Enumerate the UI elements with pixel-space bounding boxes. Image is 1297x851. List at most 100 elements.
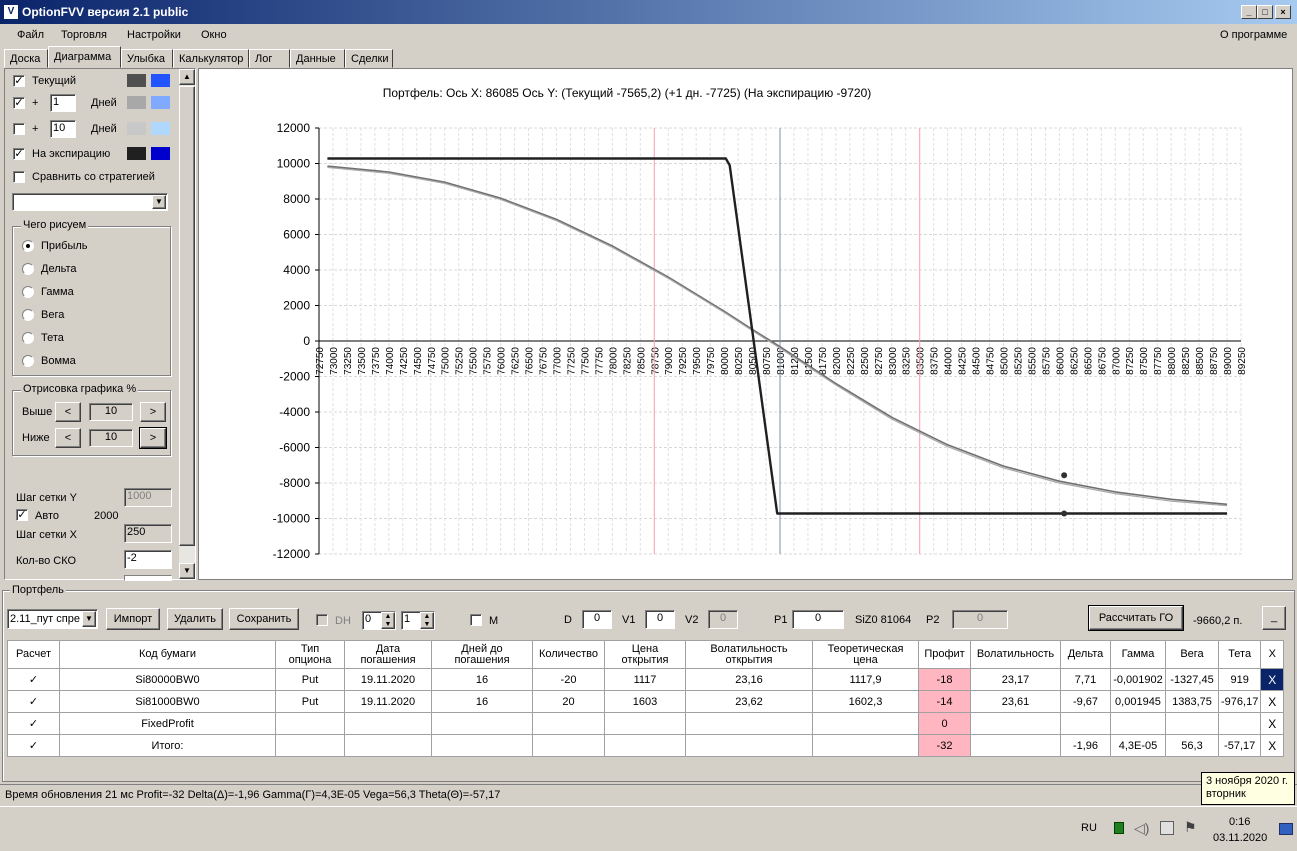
v1-input[interactable]: 0	[645, 610, 675, 629]
network-icon[interactable]	[1114, 822, 1124, 834]
spin2-arrows-icon[interactable]: ▲ ▼	[420, 612, 434, 629]
flag-icon[interactable]: ⚑	[1184, 819, 1197, 836]
below-decrease-button[interactable]: <	[55, 428, 81, 448]
tab-diagram[interactable]: Диаграмма	[48, 46, 121, 68]
p2-input[interactable]: 0	[952, 610, 1008, 629]
current-color-gray[interactable]	[127, 74, 146, 87]
delete-row-icon[interactable]: X	[1260, 734, 1285, 757]
maximize-button[interactable]: □	[1257, 5, 1273, 19]
calc-checkbox[interactable]: ✓	[7, 668, 60, 691]
col-header-4[interactable]: Дней до погашения	[431, 640, 533, 669]
plus1-checkbox[interactable]: ✓	[13, 97, 25, 109]
chevron-down-icon[interactable]: ▼	[152, 195, 166, 209]
import-button[interactable]: Импорт	[106, 608, 160, 630]
calc-checkbox[interactable]: ✓	[7, 712, 60, 735]
tab-log[interactable]: Лог	[249, 49, 290, 68]
menu-about[interactable]: О программе	[1220, 29, 1287, 41]
calc-checkbox[interactable]: ✓	[7, 690, 60, 713]
col-header-15[interactable]: X	[1260, 640, 1285, 669]
tab-deals[interactable]: Сделки	[345, 49, 393, 68]
chevron-down-icon[interactable]: ▼	[82, 611, 96, 627]
radio-gamma[interactable]	[22, 286, 34, 298]
col-header-8[interactable]: Теоретическая цена	[812, 640, 919, 669]
delete-row-icon[interactable]: X	[1260, 690, 1285, 713]
col-header-2[interactable]: Тип опциона	[275, 640, 345, 669]
compare-checkbox[interactable]	[13, 171, 25, 183]
col-header-3[interactable]: Дата погашения	[344, 640, 432, 669]
scroll-up-icon[interactable]: ▲	[179, 69, 195, 85]
title-bar[interactable]: V OptionFVV версия 2.1 public _ □ ×	[0, 0, 1297, 24]
col-header-0[interactable]: Расчет	[7, 640, 60, 669]
v2-input[interactable]: 0	[708, 610, 738, 629]
col-header-10[interactable]: Волатильность	[970, 640, 1061, 669]
next-input-partial[interactable]	[124, 575, 172, 581]
col-header-13[interactable]: Вега	[1165, 640, 1219, 669]
spin1-arrows-icon[interactable]: ▲ ▼	[381, 612, 395, 629]
clock-date[interactable]: 03.11.2020	[1213, 832, 1267, 844]
col-header-14[interactable]: Тета	[1217, 640, 1262, 669]
menu-settings[interactable]: Настройки	[127, 29, 181, 41]
col-header-6[interactable]: Цена открытия	[604, 640, 686, 669]
col-header-5[interactable]: Количество	[532, 640, 605, 669]
expiry-color-black[interactable]	[127, 147, 146, 160]
close-button[interactable]: ×	[1275, 5, 1291, 19]
plus1-color-blue[interactable]	[151, 96, 170, 109]
scroll-thumb[interactable]	[179, 86, 195, 546]
expiry-color-blue[interactable]	[151, 147, 170, 160]
radio-vega[interactable]	[22, 309, 34, 321]
col-header-7[interactable]: Волатильность открытия	[685, 640, 813, 669]
scroll-down-icon[interactable]: ▼	[179, 563, 195, 579]
pnl-chart[interactable]: Портфель: Ось X: 86085 Ось Y: (Текущий -…	[199, 69, 1292, 579]
strategy-select[interactable]	[12, 193, 168, 211]
col-header-9[interactable]: Профит	[918, 640, 971, 669]
plus10-checkbox[interactable]	[13, 123, 25, 135]
radio-theta[interactable]	[22, 332, 34, 344]
menu-window[interactable]: Окно	[201, 29, 227, 41]
table-row[interactable]: ✓ Si81000BW0 Put 19.11.2020 16 20 1603 23,62 160…	[7, 690, 1285, 713]
calc-checkbox[interactable]: ✓	[7, 734, 60, 757]
p1-input[interactable]: 0	[792, 610, 844, 629]
chart-area[interactable]: Портфель: Ось X: 86085 Ось Y: (Текущий -…	[198, 68, 1293, 580]
plus1-color-gray[interactable]	[127, 96, 146, 109]
table-row[interactable]: ✓ Si80000BW0 Put 19.11.2020 16 -20 1117 23,16 11…	[7, 668, 1285, 691]
dh-checkbox[interactable]	[316, 614, 328, 626]
delete-row-icon[interactable]: X	[1260, 712, 1285, 735]
table-row[interactable]: ✓ FixedProfit 0 X	[7, 712, 1285, 735]
m-checkbox[interactable]	[470, 614, 482, 626]
expiry-checkbox[interactable]: ✓	[13, 148, 25, 160]
grid-y-input[interactable]: 1000	[124, 488, 172, 507]
clock-time[interactable]: 0:16	[1229, 816, 1250, 828]
col-header-12[interactable]: Гамма	[1110, 640, 1166, 669]
above-increase-button[interactable]: >	[140, 402, 166, 422]
grid-x-input[interactable]: 250	[124, 524, 172, 543]
tab-calculator[interactable]: Калькулятор	[173, 49, 249, 68]
menu-file[interactable]: Файл	[17, 29, 44, 41]
delete-row-icon[interactable]: X	[1260, 668, 1285, 691]
tab-board[interactable]: Доска	[4, 49, 48, 68]
plus10-color-blue[interactable]	[151, 122, 170, 135]
language-indicator[interactable]: RU	[1081, 822, 1097, 834]
sko-input[interactable]: -2	[124, 550, 172, 569]
table-row[interactable]: ✓ Итого: -32 -1,96 4,3E-05 56,3 -57,17 X	[7, 734, 1285, 757]
plus1-days-input[interactable]: 1	[50, 94, 76, 112]
show-desktop-icon[interactable]	[1279, 823, 1293, 835]
display-icon[interactable]	[1160, 821, 1174, 835]
minimize-button[interactable]: _	[1241, 5, 1257, 19]
d-input[interactable]: 0	[582, 610, 612, 629]
radio-delta[interactable]	[22, 263, 34, 275]
below-increase-button[interactable]: >	[139, 427, 167, 449]
tab-smile[interactable]: Улыбка	[121, 49, 173, 68]
col-header-11[interactable]: Дельта	[1060, 640, 1111, 669]
calc-go-button[interactable]: Рассчитать ГО	[1088, 605, 1184, 631]
radio-vomma[interactable]	[22, 355, 34, 367]
above-decrease-button[interactable]: <	[55, 402, 81, 422]
tab-data[interactable]: Данные	[290, 49, 345, 68]
menu-trading[interactable]: Торговля	[61, 29, 107, 41]
plus10-color-gray[interactable]	[127, 122, 146, 135]
portfolio-minimize-button[interactable]: _	[1262, 606, 1286, 630]
delete-button[interactable]: Удалить	[167, 608, 223, 630]
left-panel-scrollbar[interactable]: ▲ ▼	[179, 69, 195, 579]
col-header-1[interactable]: Код бумаги	[59, 640, 276, 669]
current-checkbox[interactable]: ✓	[13, 75, 25, 87]
current-color-blue[interactable]	[151, 74, 170, 87]
